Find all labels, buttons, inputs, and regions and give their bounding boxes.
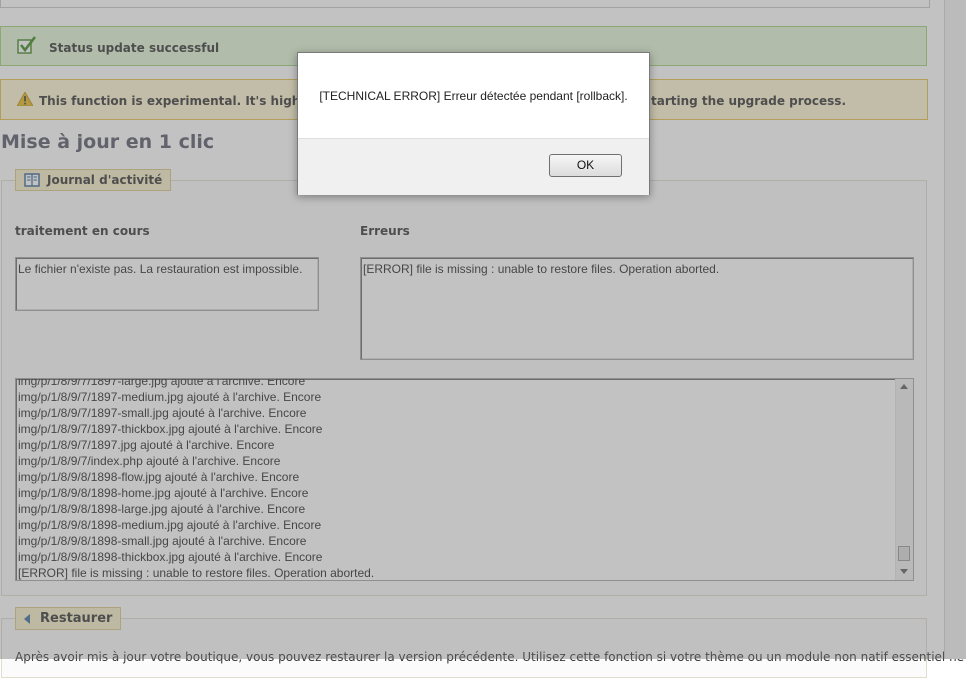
dialog-message: [TECHNICAL ERROR] Erreur détectée pendan… (319, 89, 628, 103)
dialog-footer: OK (298, 138, 649, 195)
ok-button[interactable]: OK (549, 154, 622, 177)
alert-dialog: [TECHNICAL ERROR] Erreur détectée pendan… (297, 52, 650, 195)
